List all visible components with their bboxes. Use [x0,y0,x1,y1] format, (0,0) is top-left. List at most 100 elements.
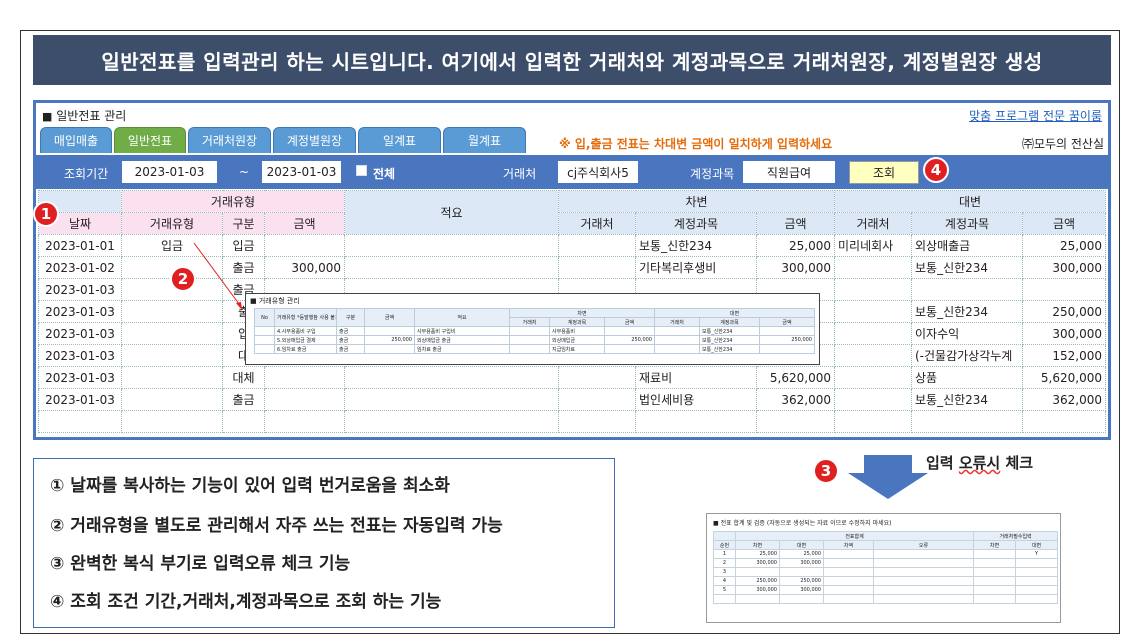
table-cell[interactable] [834,300,912,323]
table-cell[interactable] [834,256,912,279]
table-cell[interactable]: 2023-01-03 [38,322,122,345]
table-cell[interactable] [344,366,559,389]
table-cell[interactable]: 재료비 [635,366,757,389]
validation-cell: 25,000 [779,549,824,559]
table-cell[interactable] [911,278,1023,301]
all-checkbox[interactable] [356,165,367,176]
table-cell[interactable]: 362,000 [756,388,835,411]
tab-monthly-summary[interactable]: 월계표 [443,127,526,153]
table-cell[interactable] [756,410,835,433]
vendor-link[interactable]: 맞춤 프로그램 전문 꿈이룸 [969,107,1102,124]
table-cell[interactable] [558,366,636,389]
table-cell[interactable] [834,366,912,389]
table-cell[interactable]: 2023-01-03 [38,300,122,323]
table-cell[interactable] [38,410,122,433]
table-cell[interactable] [834,344,912,367]
table-cell[interactable]: 300,000 [1022,322,1106,345]
table-cell[interactable] [121,322,223,345]
table-cell[interactable]: 미리네회사 [834,234,912,257]
table-cell[interactable]: 보통_신한234 [635,234,757,257]
table-cell[interactable] [834,322,912,345]
check-squiggle: 오류시 [958,454,1001,472]
popup-cell: 250,000 [604,335,655,345]
table-cell[interactable]: 출금 [222,388,265,411]
table-cell[interactable] [121,388,223,411]
table-cell[interactable]: 2023-01-03 [38,344,122,367]
table-cell[interactable] [1022,278,1106,301]
table-cell[interactable] [264,388,345,411]
credit-amount-header: 금액 [1022,212,1106,235]
table-cell[interactable] [635,410,757,433]
account-select[interactable]: 직원급여 [743,161,835,183]
validation-cell [872,567,975,577]
table-cell[interactable]: 보통_신한234 [911,388,1023,411]
table-cell[interactable]: 152,000 [1022,344,1106,367]
table-cell[interactable]: 2023-01-03 [38,278,122,301]
table-cell[interactable]: 300,000 [264,256,345,279]
table-cell[interactable]: 외상매출금 [911,234,1023,257]
table-cell[interactable]: 362,000 [1022,388,1106,411]
table-cell[interactable]: 2023-01-03 [38,366,122,389]
table-cell[interactable] [911,410,1023,433]
table-cell[interactable] [834,388,912,411]
table-cell[interactable] [121,344,223,367]
table-cell[interactable] [264,234,345,257]
tab-daily-summary[interactable]: 일계표 [358,127,441,153]
table-cell[interactable] [264,366,345,389]
table-cell[interactable]: 이자수익 [911,322,1023,345]
validation-cell [735,594,780,604]
table-cell[interactable] [558,234,636,257]
table-cell[interactable] [558,388,636,411]
table-cell[interactable]: 2023-01-02 [38,256,122,279]
table-cell[interactable] [344,234,559,257]
table-cell[interactable] [344,410,559,433]
type-header: 거래유형 [121,212,223,235]
page-banner: 일반전표를 입력관리 하는 시트입니다. 여기에서 입력한 거래처와 계정과목으… [33,35,1111,85]
table-cell[interactable]: (-건물감가상각누계 [911,344,1023,367]
table-cell[interactable]: 2023-01-01 [38,234,122,257]
table-cell[interactable]: 300,000 [756,256,835,279]
vendor-select[interactable]: cj주식회사5 [558,161,638,183]
period-from-input[interactable]: 2023-01-03 [122,161,217,183]
period-to-input[interactable]: 2023-01-03 [262,161,341,183]
table-cell[interactable]: 300,000 [1022,256,1106,279]
validation-col-header: 대변 [779,540,824,550]
table-cell[interactable]: 대체 [222,366,265,389]
tab-vendor-ledger[interactable]: 거래처원장 [188,127,271,153]
table-cell[interactable]: 상품 [911,366,1023,389]
table-cell[interactable]: 5,620,000 [1022,366,1106,389]
table-cell[interactable]: 법인세비용 [635,388,757,411]
table-cell[interactable] [558,256,636,279]
table-cell[interactable]: 5,620,000 [756,366,835,389]
table-cell[interactable] [834,278,912,301]
search-button[interactable]: 조회 [849,161,919,184]
table-cell[interactable] [344,388,559,411]
table-cell[interactable] [121,366,223,389]
tab-purchase-sales[interactable]: 매입매출 [40,127,112,153]
table-cell[interactable] [834,410,912,433]
popup-cell: 출금 [336,326,365,336]
popup-cell: 250,000 [364,335,415,345]
table-cell[interactable] [558,410,636,433]
validation-cell [973,549,1017,559]
table-cell[interactable] [121,410,223,433]
table-cell[interactable]: 보통_신한234 [911,256,1023,279]
kind-header: 구분 [222,212,265,235]
table-cell[interactable]: 2023-01-03 [38,388,122,411]
table-cell[interactable] [344,256,559,279]
popup-cell [654,326,700,336]
table-cell[interactable]: 보통_신한234 [911,300,1023,323]
table-cell[interactable]: 25,000 [1022,234,1106,257]
table-cell[interactable] [264,410,345,433]
tab-account-ledger[interactable]: 계정별원장 [273,127,356,153]
table-cell[interactable]: 기타복리후생비 [635,256,757,279]
table-cell[interactable] [1022,410,1106,433]
tab-general-journal[interactable]: 일반전표 [114,127,186,153]
popup-cell [509,326,550,336]
table-cell[interactable]: 250,000 [1022,300,1106,323]
table-cell[interactable] [222,410,265,433]
debit-vendor-header: 거래처 [558,212,636,235]
table-cell[interactable]: 25,000 [756,234,835,257]
validation-cell [1015,585,1059,595]
validation-cell [973,576,1017,586]
